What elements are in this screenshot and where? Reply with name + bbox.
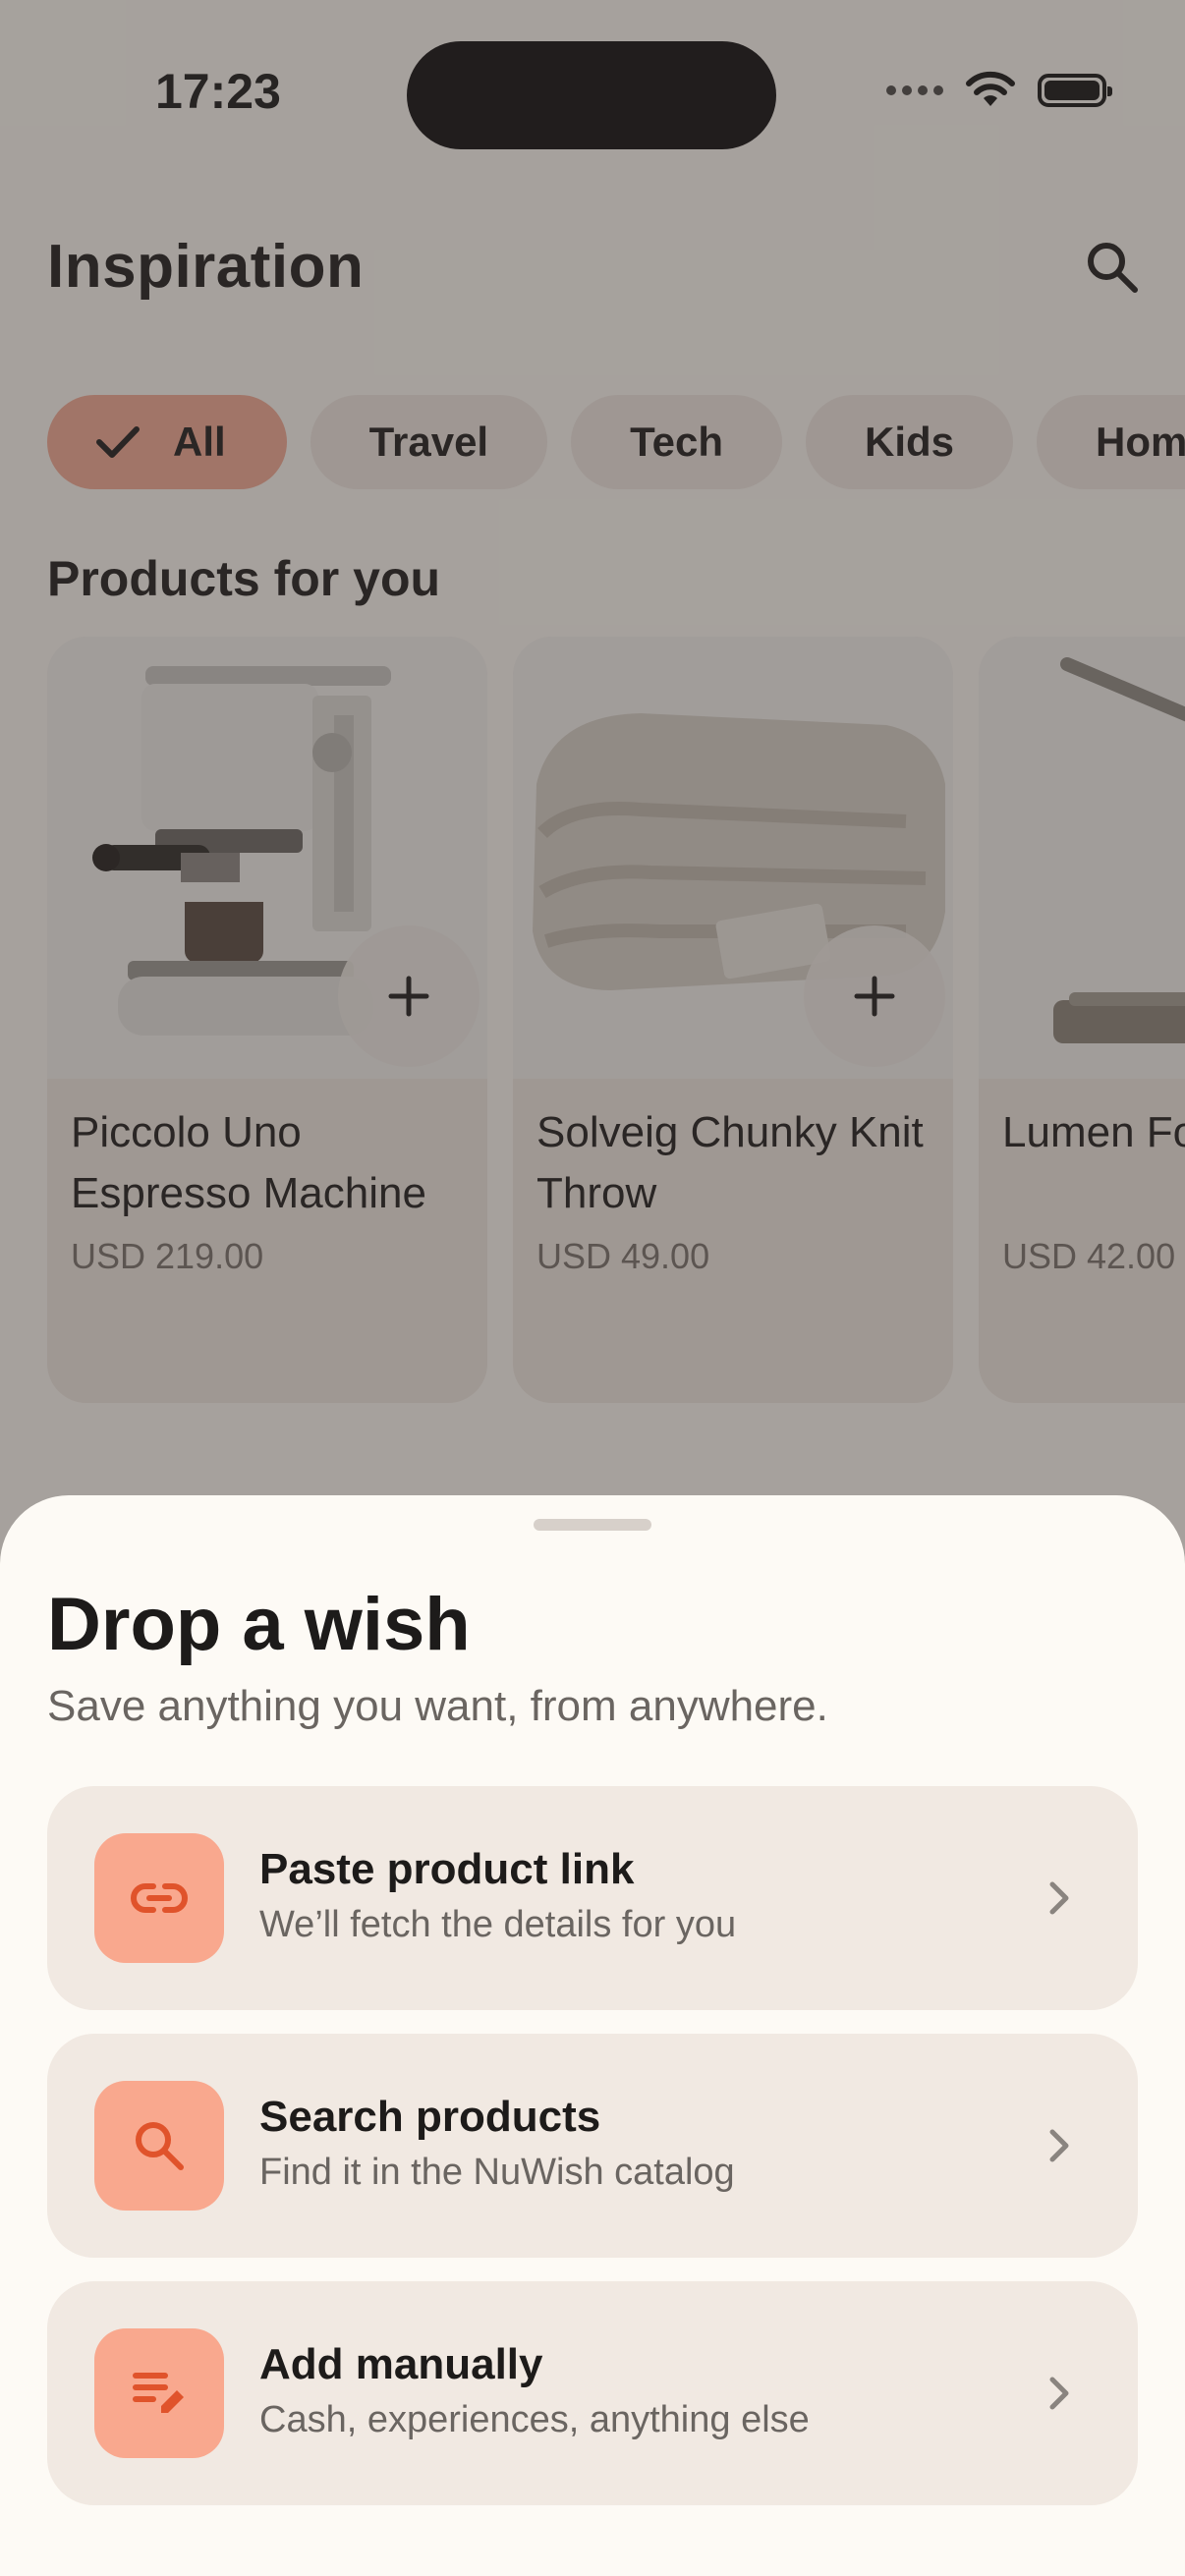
- option-icon-box: [94, 1833, 224, 1963]
- option-subtitle: Find it in the NuWish catalog: [259, 2152, 735, 2193]
- option-add-manually[interactable]: Add manually Cash, experiences, anything…: [47, 2281, 1138, 2505]
- chevron-right-icon: [1030, 2364, 1089, 2423]
- option-paste-link[interactable]: Paste product link We’ll fetch the detai…: [47, 1786, 1138, 2010]
- sheet-drag-handle[interactable]: [534, 1519, 651, 1531]
- option-title: Paste product link: [259, 1845, 635, 1893]
- option-title: Add manually: [259, 2340, 543, 2388]
- drop-a-wish-sheet: Drop a wish Save anything you want, from…: [0, 1495, 1185, 2576]
- option-subtitle: We’ll fetch the details for you: [259, 1904, 737, 1945]
- option-icon-box: [94, 2081, 224, 2211]
- option-subtitle: Cash, experiences, anything else: [259, 2399, 810, 2440]
- edit-list-icon: [133, 2373, 184, 2413]
- sheet-subtitle: Save anything you want, from anywhere.: [47, 1682, 828, 1730]
- option-search-products[interactable]: Search products Find it in the NuWish ca…: [47, 2034, 1138, 2258]
- option-icon-box: [94, 2328, 224, 2458]
- chevron-right-icon: [1030, 1869, 1089, 1928]
- search-icon: [136, 2122, 184, 2170]
- option-title: Search products: [259, 2093, 601, 2141]
- chevron-right-icon: [1030, 2116, 1089, 2175]
- sheet-title: Drop a wish: [47, 1583, 471, 1666]
- screen: 17:23 Inspiration All Travel Tech Kids H…: [0, 0, 1185, 2576]
- link-icon: [131, 1883, 188, 1913]
